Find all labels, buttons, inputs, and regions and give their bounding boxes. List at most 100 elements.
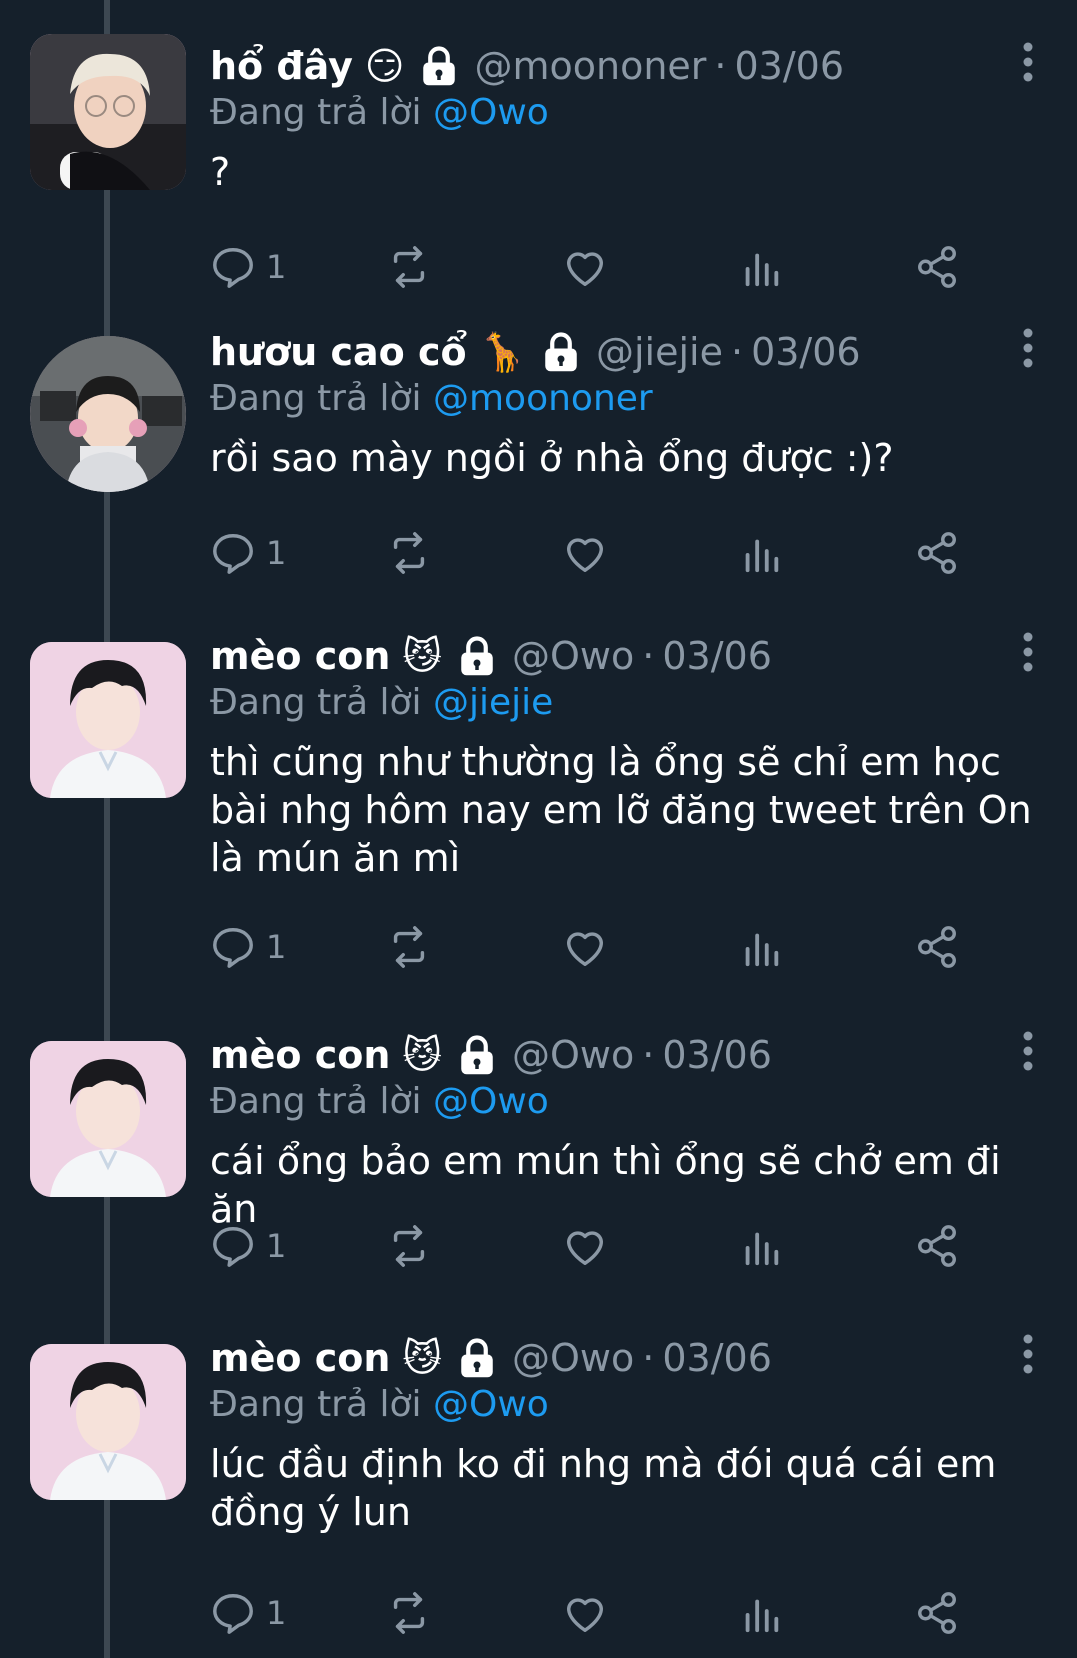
avatar[interactable] xyxy=(30,1041,186,1197)
replying-to-mention[interactable]: @Owo xyxy=(433,92,549,133)
views-button[interactable] xyxy=(738,528,784,578)
display-name[interactable]: hươu cao cổ xyxy=(210,330,467,374)
lock-icon xyxy=(423,46,456,86)
user-handle[interactable]: @Owo xyxy=(512,1033,634,1077)
share-icon xyxy=(918,532,956,574)
action-bar: 1 xyxy=(210,528,1020,578)
reply-button[interactable]: 1 xyxy=(210,922,286,972)
action-bar: 1 xyxy=(210,1221,1020,1271)
reply-count: 1 xyxy=(266,248,287,286)
tweet-text: thì cũng như thường là ổng sẽ chỉ em học… xyxy=(210,740,1032,880)
more-vertical-icon[interactable] xyxy=(1021,1031,1035,1071)
tweet-text: rồi sao mày ngồi ở nhà ổng được :)? xyxy=(210,436,894,480)
action-bar: 1 xyxy=(210,922,1020,972)
share-button[interactable] xyxy=(914,1221,960,1271)
retweet-icon xyxy=(393,532,425,574)
reply-count: 1 xyxy=(266,928,287,966)
retweet-button[interactable] xyxy=(386,528,432,578)
separator-dot: · xyxy=(730,330,744,374)
retweet-button[interactable] xyxy=(386,242,432,292)
replying-to-mention[interactable]: @Owo xyxy=(433,1384,549,1425)
replying-to: Đang trả lời @Owo xyxy=(210,92,549,133)
like-button[interactable] xyxy=(562,1221,608,1271)
avatar[interactable] xyxy=(30,34,186,190)
reply-button[interactable]: 1 xyxy=(210,1221,286,1271)
heart-icon xyxy=(566,1231,604,1265)
avatar-photo xyxy=(30,336,186,492)
like-button[interactable] xyxy=(562,922,608,972)
replying-to-mention[interactable]: @moononer xyxy=(433,378,653,419)
avatar[interactable] xyxy=(30,642,186,798)
reply-button[interactable]: 1 xyxy=(210,1588,286,1638)
tweet-text: lúc đầu định ko đi nhg mà đói quá cái em… xyxy=(210,1442,997,1534)
display-name[interactable]: hổ đây xyxy=(210,44,353,88)
views-button[interactable] xyxy=(738,242,784,292)
user-handle[interactable]: @Owo xyxy=(512,634,634,678)
action-bar: 1 xyxy=(210,1588,1020,1638)
replying-to: Đang trả lời @Owo xyxy=(210,1384,549,1425)
retweet-button[interactable] xyxy=(386,922,432,972)
avatar-photo xyxy=(30,642,186,798)
heart-icon xyxy=(566,1598,604,1632)
like-button[interactable] xyxy=(562,1588,608,1638)
more-vertical-icon[interactable] xyxy=(1021,328,1035,368)
avatar[interactable] xyxy=(30,1344,186,1500)
lock-icon xyxy=(461,1035,493,1075)
share-icon xyxy=(918,1592,956,1634)
retweet-button[interactable] xyxy=(386,1221,432,1271)
views-icon xyxy=(745,253,779,287)
like-button[interactable] xyxy=(562,242,608,292)
reply-button[interactable]: 1 xyxy=(210,528,286,578)
share-icon xyxy=(918,926,956,968)
avatar-photo xyxy=(30,34,186,190)
user-handle[interactable]: @moononer xyxy=(474,44,706,88)
display-name[interactable]: mèo con xyxy=(210,634,390,678)
tweet-date[interactable]: 03/06 xyxy=(662,1033,772,1077)
avatar-photo xyxy=(30,1041,186,1197)
replying-to-label: Đang trả lời xyxy=(210,378,422,419)
more-vertical-icon[interactable] xyxy=(1021,42,1035,82)
like-button[interactable] xyxy=(562,528,608,578)
replying-to: Đang trả lời @jiejie xyxy=(210,682,553,723)
name-emoji: 😼 xyxy=(402,634,443,678)
action-bar: 1 xyxy=(210,242,1020,292)
user-handle[interactable]: @Owo xyxy=(512,1336,634,1380)
reply-icon xyxy=(213,1594,253,1634)
name-emoji: 🦒 xyxy=(478,330,526,374)
replying-to-label: Đang trả lời xyxy=(210,92,422,133)
share-button[interactable] xyxy=(914,1588,960,1638)
tweet-date[interactable]: 03/06 xyxy=(735,44,845,88)
more-vertical-icon[interactable] xyxy=(1021,632,1035,672)
share-button[interactable] xyxy=(914,242,960,292)
replying-to-label: Đang trả lời xyxy=(210,1081,422,1122)
views-icon xyxy=(745,933,779,967)
tweet-header: mèo con 😼 @Owo · 03/06 xyxy=(210,628,772,684)
reply-count: 1 xyxy=(266,1227,287,1265)
reply-button[interactable]: 1 xyxy=(210,242,286,292)
views-icon xyxy=(745,1232,779,1266)
more-vertical-icon[interactable] xyxy=(1021,1334,1035,1374)
separator-dot: · xyxy=(642,1033,655,1077)
tweet-date[interactable]: 03/06 xyxy=(751,330,861,374)
replying-to-mention[interactable]: @jiejie xyxy=(433,682,553,723)
avatar[interactable] xyxy=(30,336,186,492)
views-icon xyxy=(745,539,779,573)
share-button[interactable] xyxy=(914,922,960,972)
tweet-date[interactable]: 03/06 xyxy=(662,1336,772,1380)
tweet-date[interactable]: 03/06 xyxy=(662,634,772,678)
replying-to-mention[interactable]: @Owo xyxy=(433,1081,549,1122)
replying-to-label: Đang trả lời xyxy=(210,682,422,723)
share-icon xyxy=(918,246,956,288)
user-handle[interactable]: @jiejie xyxy=(596,330,723,374)
display-name[interactable]: mèo con xyxy=(210,1336,390,1380)
share-button[interactable] xyxy=(914,528,960,578)
share-icon xyxy=(918,1225,956,1267)
retweet-button[interactable] xyxy=(386,1588,432,1638)
display-name[interactable]: mèo con xyxy=(210,1033,390,1077)
views-button[interactable] xyxy=(738,922,784,972)
heart-icon xyxy=(566,252,604,286)
heart-icon xyxy=(566,932,604,966)
views-button[interactable] xyxy=(738,1221,784,1271)
views-button[interactable] xyxy=(738,1588,784,1638)
reply-count: 1 xyxy=(266,534,287,572)
